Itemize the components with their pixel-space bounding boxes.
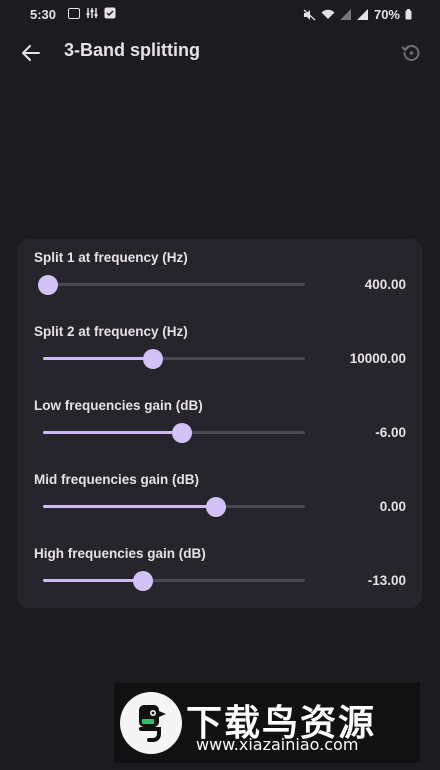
- setting-value: 10000.00: [349, 351, 406, 366]
- arrow-left-icon: [22, 45, 40, 61]
- setting-label: High frequencies gain (dB): [34, 546, 206, 561]
- mute-icon: [303, 9, 316, 20]
- slider-thumb[interactable]: [171, 423, 192, 443]
- slider-thumb[interactable]: [132, 571, 153, 591]
- settings-card: Split 1 at frequency (Hz) 400.00 Split 2…: [17, 239, 422, 608]
- setting-value: 400.00: [364, 277, 406, 292]
- signal-icon-2: [356, 9, 368, 20]
- back-button[interactable]: [16, 38, 46, 68]
- image-icon: [68, 7, 80, 19]
- watermark-logo: [120, 692, 182, 754]
- setting-value: -6.00: [375, 425, 406, 440]
- restore-icon: [401, 44, 420, 61]
- wifi-icon: [321, 9, 335, 19]
- checkbox-icon: [104, 7, 116, 19]
- slider-fill: [43, 579, 143, 582]
- setting-row-split-2: Split 2 at frequency (Hz) 10000.00: [17, 313, 422, 387]
- reset-button[interactable]: [396, 38, 426, 68]
- status-system-icons: 70%: [303, 7, 412, 22]
- low-gain-slider[interactable]: [43, 423, 305, 443]
- watermark-url: www.xiazainiao.com: [196, 735, 359, 754]
- app-bar: 3-Band splitting: [0, 30, 440, 74]
- slider-fill: [43, 505, 216, 508]
- slider-thumb[interactable]: [143, 349, 164, 369]
- status-notification-icons: [68, 7, 116, 19]
- bird-logo-icon: [139, 705, 166, 742]
- setting-label: Mid frequencies gain (dB): [34, 472, 200, 487]
- slider-thumb[interactable]: [205, 497, 226, 517]
- mid-gain-slider[interactable]: [43, 497, 305, 517]
- high-gain-slider[interactable]: [43, 571, 305, 591]
- slider-thumb[interactable]: [38, 275, 59, 295]
- setting-row-split-1: Split 1 at frequency (Hz) 400.00: [17, 239, 422, 313]
- setting-value: 0.00: [379, 499, 406, 514]
- slider-fill: [43, 357, 154, 360]
- signal-icon: [339, 9, 351, 20]
- setting-row-mid-gain: Mid frequencies gain (dB) 0.00: [17, 461, 422, 535]
- setting-label: Split 1 at frequency (Hz): [34, 250, 188, 265]
- status-time: 5:30: [30, 7, 57, 22]
- battery-percent: 70%: [373, 7, 400, 22]
- page-title: 3-Band splitting: [64, 40, 200, 60]
- slider-track: [43, 283, 305, 286]
- setting-label: Low frequencies gain (dB): [34, 398, 203, 413]
- setting-label: Split 2 at frequency (Hz): [34, 324, 188, 339]
- battery-icon: [405, 9, 412, 20]
- split-2-slider[interactable]: [43, 349, 305, 369]
- slider-fill: [43, 431, 182, 434]
- split-1-slider[interactable]: [38, 275, 305, 295]
- status-bar: 5:30 70%: [0, 0, 440, 30]
- setting-row-high-gain: High frequencies gain (dB) -13.00: [17, 535, 422, 609]
- setting-row-low-gain: Low frequencies gain (dB) -6.00: [17, 387, 422, 461]
- equalizer-icon: [86, 8, 98, 18]
- setting-value: -13.00: [367, 573, 406, 588]
